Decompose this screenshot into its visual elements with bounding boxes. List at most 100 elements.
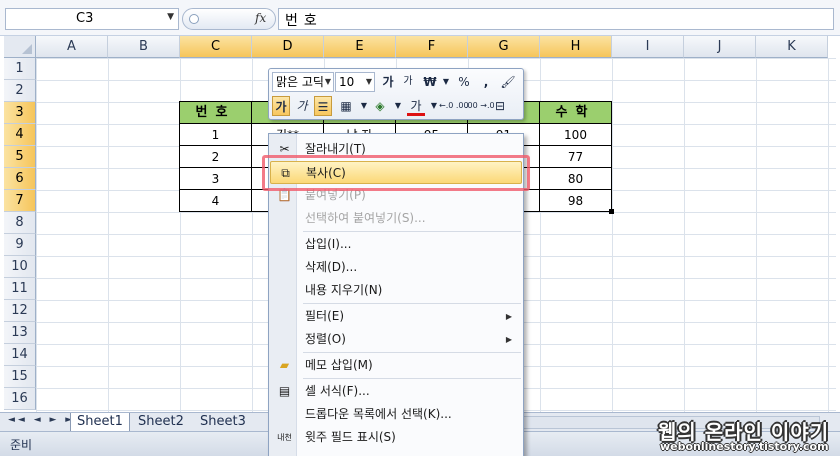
- menu-item-label: 메모 삽입(M): [305, 358, 373, 372]
- percent-button[interactable]: %: [455, 72, 473, 92]
- column-header-b[interactable]: B: [108, 36, 180, 58]
- row-header-7[interactable]: 7: [4, 190, 36, 212]
- menu-item-6[interactable]: 내용 지우기(N): [270, 279, 522, 302]
- chevron-down-icon[interactable]: ▼: [389, 96, 407, 116]
- grow-font-button[interactable]: 가: [379, 72, 397, 92]
- row-header-10[interactable]: 10: [4, 256, 36, 278]
- menu-item-12[interactable]: 내천 윗주 필드 표시(S): [270, 426, 522, 449]
- cell-c4[interactable]: 1: [180, 124, 252, 146]
- tab-sheet1[interactable]: Sheet1: [70, 413, 130, 431]
- chevron-down-icon[interactable]: ▼: [437, 72, 455, 92]
- chevron-down-icon[interactable]: ▼: [167, 12, 174, 22]
- font-name-value: 맑은 고딕: [276, 75, 324, 89]
- menu-item-label: 셀 서식(F)...: [305, 384, 370, 398]
- comment-icon: ▰: [279, 358, 290, 372]
- fill-handle[interactable]: [609, 209, 614, 214]
- tab-sheet3[interactable]: Sheet3: [194, 413, 252, 431]
- italic-button[interactable]: 가: [293, 96, 311, 116]
- column-header-c[interactable]: C: [180, 36, 252, 58]
- border-icon[interactable]: ▦: [337, 96, 355, 116]
- menu-item-label: 선택하여 붙여넣기(S)...: [305, 211, 426, 225]
- name-box-value: C3: [76, 11, 94, 26]
- menu-item-9[interactable]: ▰ 메모 삽입(M): [270, 354, 522, 377]
- row-header-3[interactable]: 3: [4, 102, 36, 124]
- row-header-13[interactable]: 13: [4, 322, 36, 344]
- expand-icon[interactable]: [189, 14, 199, 24]
- cell-h3[interactable]: 수학: [540, 102, 612, 124]
- row-header-4[interactable]: 4: [4, 124, 36, 146]
- cell-h4[interactable]: 100: [540, 124, 612, 146]
- comma-button[interactable]: ,: [477, 72, 495, 92]
- status-text: 준비: [10, 438, 33, 452]
- menu-item-10[interactable]: ▤ 셀 서식(F)...: [270, 380, 522, 403]
- formula-controls: fx: [182, 8, 276, 30]
- menu-item-label: 삭제(D)...: [305, 260, 358, 274]
- chevron-down-icon[interactable]: ▼: [366, 73, 372, 91]
- font-size-select[interactable]: 10 ▼: [335, 72, 375, 92]
- menu-separator: [303, 303, 521, 304]
- font-name-select[interactable]: 맑은 고딕 ▼: [272, 72, 334, 92]
- cell-c5[interactable]: 2: [180, 146, 252, 168]
- menu-item-3[interactable]: 선택하여 붙여넣기(S)...: [270, 207, 522, 230]
- column-header-j[interactable]: J: [684, 36, 756, 58]
- formula-input[interactable]: 번호: [278, 8, 834, 30]
- menu-item-label: 필터(E): [305, 309, 345, 323]
- name-box[interactable]: C3 ▼: [5, 8, 179, 30]
- tab-sheet2[interactable]: Sheet2: [132, 413, 190, 431]
- column-header-f[interactable]: F: [396, 36, 468, 58]
- submenu-arrow-icon: ▶: [505, 335, 512, 344]
- cell-c3[interactable]: 번호: [180, 102, 252, 124]
- menu-item-4[interactable]: 삽입(I)...: [270, 233, 522, 256]
- column-header-k[interactable]: K: [756, 36, 828, 58]
- column-header-i[interactable]: I: [612, 36, 684, 58]
- format-painter-icon[interactable]: 🖌: [499, 72, 517, 92]
- cell-c6[interactable]: 3: [180, 168, 252, 190]
- merge-center-icon[interactable]: ⊟: [491, 96, 509, 116]
- row-header-16[interactable]: 16: [4, 388, 36, 410]
- formula-bar: C3 ▼ fx 번호: [0, 0, 840, 36]
- format-cells-icon: ▤: [278, 384, 291, 398]
- shrink-font-button[interactable]: 가: [399, 72, 417, 92]
- row-header-2[interactable]: 2: [4, 80, 36, 102]
- menu-item-label: 윗주 필드 표시(S): [305, 430, 396, 444]
- column-header-h[interactable]: H: [540, 36, 612, 58]
- row-header-11[interactable]: 11: [4, 278, 36, 300]
- row-header-14[interactable]: 14: [4, 344, 36, 366]
- row-header-15[interactable]: 15: [4, 366, 36, 388]
- watermark-url: webonlinestory.tistory.com: [660, 440, 829, 453]
- row-header-5[interactable]: 5: [4, 146, 36, 168]
- cell-h5[interactable]: 77: [540, 146, 612, 168]
- chevron-down-icon[interactable]: ▼: [325, 73, 331, 91]
- row-header-8[interactable]: 8: [4, 212, 36, 234]
- menu-item-label: 삽입(I)...: [305, 237, 352, 251]
- menu-item-7[interactable]: 필터(E) ▶: [270, 305, 522, 328]
- menu-item-label: 내용 지우기(N): [305, 283, 383, 297]
- menu-item-11[interactable]: 드롭다운 목록에서 선택(K)...: [270, 403, 522, 426]
- menu-item-label: 정렬(O): [305, 332, 346, 346]
- bold-button[interactable]: 가: [272, 96, 290, 116]
- column-header-g[interactable]: G: [468, 36, 540, 58]
- font-color-button[interactable]: 가: [407, 96, 425, 116]
- column-header-e[interactable]: E: [324, 36, 396, 58]
- highlight-annotation: [262, 155, 530, 191]
- row-header-6[interactable]: 6: [4, 168, 36, 190]
- row-header-1[interactable]: 1: [4, 58, 36, 80]
- mini-toolbar: 맑은 고딕 ▼ 10 ▼ 가 가 ₩ ▼ % , 🖌 가 가 ☰ ▦ ▼ ◈ ▼…: [268, 68, 524, 120]
- menu-item-5[interactable]: 삭제(D)...: [270, 256, 522, 279]
- menu-item-8[interactable]: 정렬(O) ▶: [270, 328, 522, 351]
- submenu-arrow-icon: ▶: [505, 312, 512, 321]
- column-header-a[interactable]: A: [36, 36, 108, 58]
- cell-h7[interactable]: 98: [540, 190, 612, 212]
- cell-c7[interactable]: 4: [180, 190, 252, 212]
- select-all-button[interactable]: [4, 36, 36, 58]
- menu-separator: [303, 231, 521, 232]
- row-header-9[interactable]: 9: [4, 234, 36, 256]
- row-header-12[interactable]: 12: [4, 300, 36, 322]
- fill-color-icon[interactable]: ◈: [371, 96, 389, 116]
- cell-h6[interactable]: 80: [540, 168, 612, 190]
- menu-separator: [303, 378, 521, 379]
- insert-function-button[interactable]: fx: [255, 11, 266, 25]
- menu-item-label: 잘라내기(T): [305, 142, 366, 156]
- align-center-icon[interactable]: ☰: [314, 96, 332, 116]
- column-header-d[interactable]: D: [252, 36, 324, 58]
